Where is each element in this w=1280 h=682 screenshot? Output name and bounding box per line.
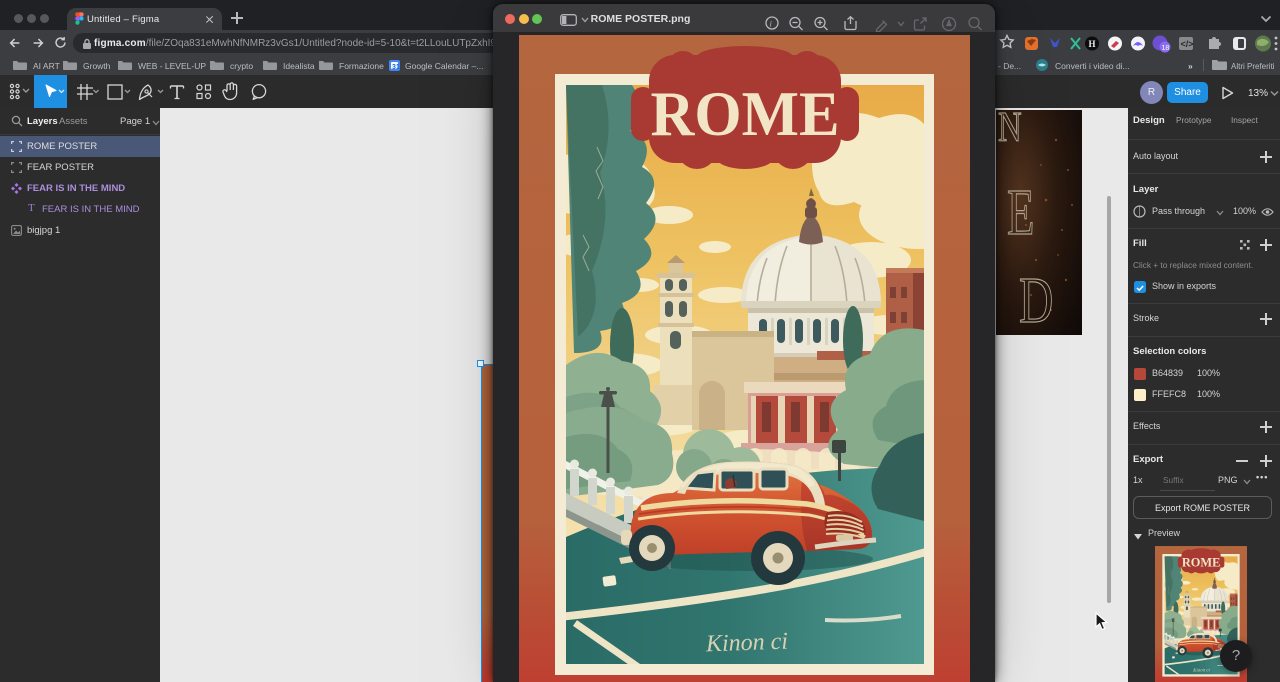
svg-text:»: » [1188,61,1193,71]
svg-text:Idealista: Idealista [283,61,315,71]
svg-text:i: i [770,19,773,29]
svg-text:AI ART: AI ART [33,61,60,71]
svg-text:crypto: crypto [230,61,253,71]
svg-text:D: D [1019,265,1053,335]
svg-text:Altri Preferiti: Altri Preferiti [1231,62,1275,71]
svg-text:18: 18 [1162,45,1170,52]
svg-text:N: N [998,110,1022,151]
svg-text:- De...: - De... [998,61,1021,71]
svg-text:Google Calendar –...: Google Calendar –... [405,61,483,71]
svg-text:H: H [1089,39,1096,49]
svg-text:31: 31 [392,64,400,71]
svg-text:Converti i video di...: Converti i video di... [1055,61,1130,71]
svg-text:WEB - LEVEL-UP: WEB - LEVEL-UP [138,61,206,71]
svg-text:Formazione: Formazione [339,61,384,71]
svg-text:</>: </> [1181,39,1194,49]
svg-text:Growth: Growth [83,61,111,71]
svg-text:E: E [1007,177,1034,250]
